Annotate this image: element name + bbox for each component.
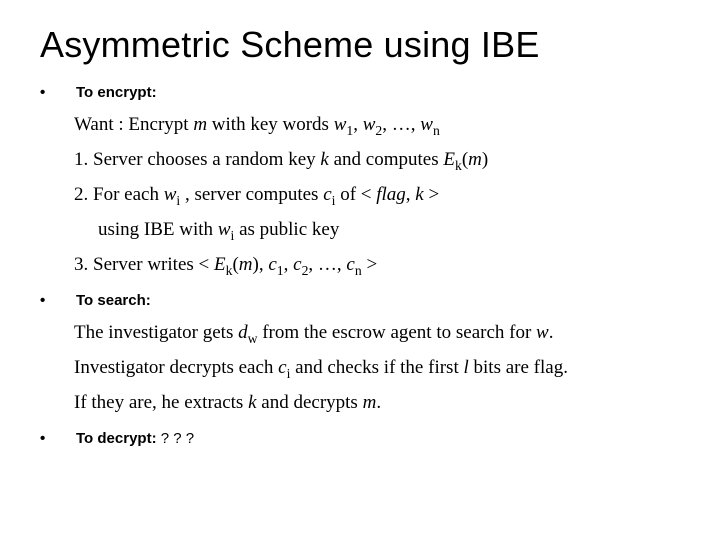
- decrypt-note: ? ? ?: [161, 430, 194, 447]
- section-heading-search: • To search:: [40, 292, 680, 309]
- section-heading-decrypt-label: To decrypt: ? ? ?: [76, 430, 194, 447]
- encrypt-block: Want : Encrypt m with key words w1, w2, …: [74, 109, 680, 282]
- encrypt-step2b: using IBE with wi as public key: [98, 214, 680, 247]
- encrypt-step3: 3. Server writes < Ek(m), c1, c2, …, cn …: [74, 249, 680, 282]
- section-heading-encrypt: • To encrypt:: [40, 84, 680, 101]
- encrypt-step1: 1. Server chooses a random key k and com…: [74, 144, 680, 177]
- bullet-icon: •: [40, 84, 62, 101]
- slide: Asymmetric Scheme using IBE • To encrypt…: [0, 0, 720, 540]
- search-line1: The investigator gets dw from the escrow…: [74, 317, 680, 350]
- search-block: The investigator gets dw from the escrow…: [74, 317, 680, 419]
- search-line2: Investigator decrypts each ci and checks…: [74, 352, 680, 385]
- encrypt-step2a: 2. For each wi , server computes ci of <…: [74, 179, 680, 212]
- decrypt-heading-text: To decrypt:: [76, 430, 157, 447]
- search-line3: If they are, he extracts k and decrypts …: [74, 387, 680, 419]
- section-heading-decrypt: • To decrypt: ? ? ?: [40, 430, 680, 447]
- encrypt-want: Want : Encrypt m with key words w1, w2, …: [74, 109, 680, 142]
- section-heading-encrypt-label: To encrypt:: [76, 84, 157, 101]
- bullet-icon: •: [40, 292, 62, 309]
- section-heading-search-label: To search:: [76, 292, 151, 309]
- slide-title: Asymmetric Scheme using IBE: [40, 24, 680, 66]
- bullet-icon: •: [40, 430, 62, 447]
